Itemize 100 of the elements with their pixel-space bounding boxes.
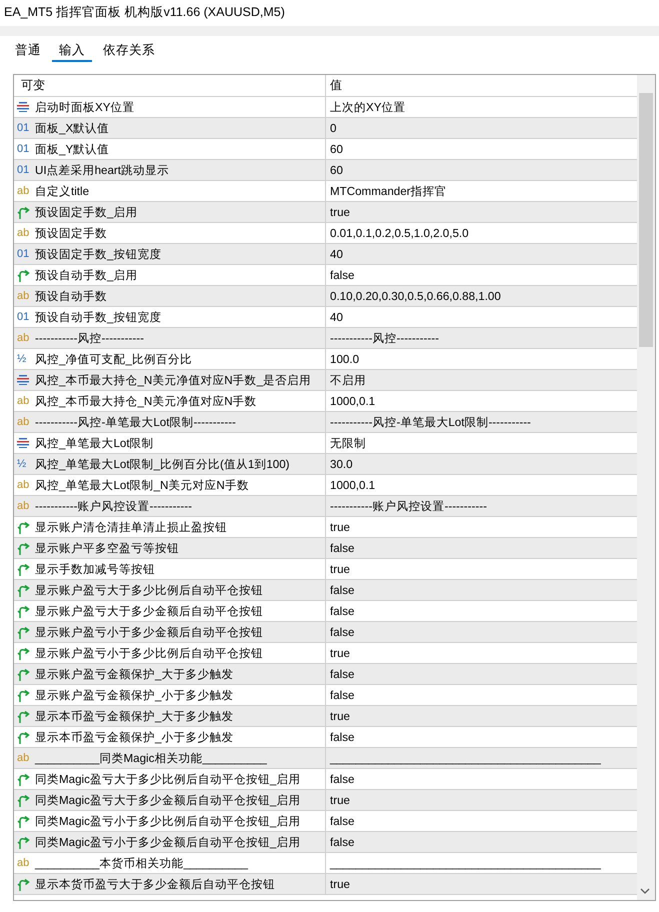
parameter-name: 显示账户平多空盈亏等按钮	[34, 540, 179, 556]
parameter-value[interactable]: false	[330, 268, 354, 282]
tab[interactable]: 输入	[52, 36, 92, 62]
list-icon	[17, 375, 29, 385]
arrow-icon	[17, 836, 30, 848]
parameter-value[interactable]: __________________________________________	[330, 752, 601, 764]
arrow-icon	[17, 584, 30, 596]
list-icon	[17, 102, 29, 112]
type-mark: ab	[17, 228, 30, 238]
parameter-value[interactable]: 0.10,0.20,0.30,0.5,0.66,0.88,1.00	[330, 290, 501, 302]
parameter-name: 预设自动手数_启用	[34, 268, 138, 282]
arrow-icon	[17, 520, 30, 534]
arrow-icon	[17, 646, 30, 660]
parameter-value[interactable]: true	[330, 710, 350, 722]
parameter-name: 显示账户清仓清挂单清止损止盈按钮	[34, 520, 227, 534]
parameter-value[interactable]: 上次的XY位置	[330, 100, 406, 114]
parameter-value[interactable]: -----------风控-----------	[330, 330, 439, 346]
arrow-icon	[17, 730, 30, 744]
parameter-name: 风控_本币最大持仓_N美元净值对应N手数	[34, 394, 257, 408]
parameter-name: 预设自动手数_按钮宽度	[34, 310, 162, 324]
parameter-name: 风控_单笔最大Lot限制	[34, 436, 154, 450]
arrow-icon	[17, 542, 30, 554]
scrollbar[interactable]	[637, 75, 655, 900]
parameter-value[interactable]: false	[330, 836, 354, 848]
parameter-value[interactable]: 不启用	[330, 372, 366, 388]
parameter-name: 显示账户盈亏小于多少比例后自动平仓按钮	[34, 646, 263, 660]
arrow-icon	[17, 562, 30, 576]
parameter-value[interactable]: 30.0	[330, 458, 353, 470]
parameter-name: 预设固定手数_按钮宽度	[34, 246, 162, 262]
parameter-name: 预设自动手数	[34, 288, 107, 304]
type-mark: ab	[17, 332, 30, 344]
type-mark: ab	[17, 290, 30, 302]
parameter-name: 风控_单笔最大Lot限制_比例百分比(值从1到100)	[34, 456, 290, 472]
parameter-name: 显示账户盈亏金额保护_小于多少触发	[34, 688, 234, 702]
parameter-name: __________同类Magic相关功能__________	[34, 750, 267, 766]
type-mark: 01	[17, 144, 30, 154]
arrow-icon	[17, 268, 30, 282]
type-mark: ½	[17, 354, 26, 364]
parameter-value[interactable]: true	[330, 520, 350, 534]
parameter-name: 显示本币盈亏金额保护_大于多少触发	[34, 708, 234, 724]
parameter-value[interactable]: 0.01,0.1,0.2,0.5,1.0,2.0,5.0	[330, 226, 469, 240]
parameter-value[interactable]: false	[330, 814, 354, 828]
parameter-name: 面板_X默认值	[34, 120, 110, 136]
type-mark: ab	[17, 500, 30, 512]
parameter-name: 显示账户盈亏金额保护_大于多少触发	[34, 666, 234, 682]
parameter-value[interactable]: false	[330, 584, 354, 596]
parameter-value[interactable]: true	[330, 562, 350, 576]
parameter-value[interactable]: 1000,0.1	[330, 394, 376, 408]
parameter-value[interactable]: false	[330, 772, 354, 786]
type-mark: ab	[17, 186, 30, 196]
chevron-down-icon[interactable]	[640, 888, 650, 894]
parameter-value[interactable]: false	[330, 542, 354, 554]
parameter-value[interactable]: false	[330, 668, 354, 680]
parameter-name: 面板_Y默认值	[34, 142, 110, 156]
tab[interactable]: 普通	[8, 36, 48, 62]
parameter-name: 风控_净值可支配_比例百分比	[34, 352, 192, 366]
parameter-value[interactable]: MTCommander指挥官	[330, 184, 447, 198]
parameter-value[interactable]: false	[330, 626, 354, 638]
parameter-value[interactable]: 60	[330, 164, 343, 176]
column-header[interactable]: 值	[330, 77, 342, 94]
parameter-value[interactable]: 40	[330, 310, 343, 324]
type-mark: 01	[17, 122, 30, 134]
column-header[interactable]: 可变	[21, 77, 45, 94]
parameter-name: 显示账户盈亏大于多少比例后自动平仓按钮	[34, 582, 263, 598]
arrow-icon	[17, 206, 30, 218]
parameter-name: 预设固定手数_启用	[34, 204, 138, 220]
tab[interactable]: 依存关系	[96, 36, 162, 62]
parameter-name: 显示账户盈亏大于多少金额后自动平仓按钮	[34, 604, 263, 618]
parameter-name: -----------风控-----------	[34, 330, 144, 346]
parameter-name: 显示本币盈亏金额保护_小于多少触发	[34, 730, 234, 744]
parameter-value[interactable]: 40	[330, 248, 343, 260]
parameter-value[interactable]: true	[330, 646, 350, 660]
parameter-name: UI点差采用heart跳动显示	[34, 162, 170, 178]
parameter-name: 同类Magic盈亏大于多少金额后自动平仓按钮_启用	[34, 792, 300, 808]
parameter-value[interactable]: true	[330, 206, 350, 218]
parameter-name: 风控_本币最大持仓_N美元净值对应N手数_是否启用	[34, 372, 312, 388]
parameter-value[interactable]: true	[330, 878, 350, 890]
type-mark: ab	[17, 396, 30, 406]
type-mark: ab	[17, 480, 30, 490]
parameter-value[interactable]: 1000,0.1	[330, 478, 376, 492]
parameter-value[interactable]: 100.0	[330, 352, 360, 366]
parameter-value[interactable]: false	[330, 688, 354, 702]
parameter-value[interactable]: false	[330, 604, 354, 618]
parameter-value[interactable]: false	[330, 730, 354, 744]
arrow-icon	[17, 688, 30, 702]
parameter-value[interactable]: __________________________________________	[330, 856, 601, 870]
parameter-name: -----------账户风控设置-----------	[34, 498, 192, 514]
parameter-value[interactable]: 无限制	[330, 436, 366, 450]
parameter-value[interactable]: 0	[330, 122, 336, 134]
parameter-name: 自定义title	[34, 184, 90, 198]
type-mark: ab	[17, 752, 30, 764]
arrow-icon	[17, 710, 30, 722]
list-icon	[17, 438, 29, 448]
window-title: EA_MT5 指挥官面板 机构版v11.66 (XAUUSD,M5)	[3, 4, 286, 21]
scrollbar-thumb[interactable]	[639, 93, 653, 347]
parameter-value[interactable]: true	[330, 794, 350, 806]
parameter-value[interactable]: -----------账户风控设置-----------	[330, 498, 487, 514]
parameter-name: 同类Magic盈亏小于多少金额后自动平仓按钮_启用	[34, 834, 300, 850]
parameter-value[interactable]: 60	[330, 142, 343, 156]
parameter-value[interactable]: -----------风控-单笔最大Lot限制-----------	[330, 414, 531, 430]
